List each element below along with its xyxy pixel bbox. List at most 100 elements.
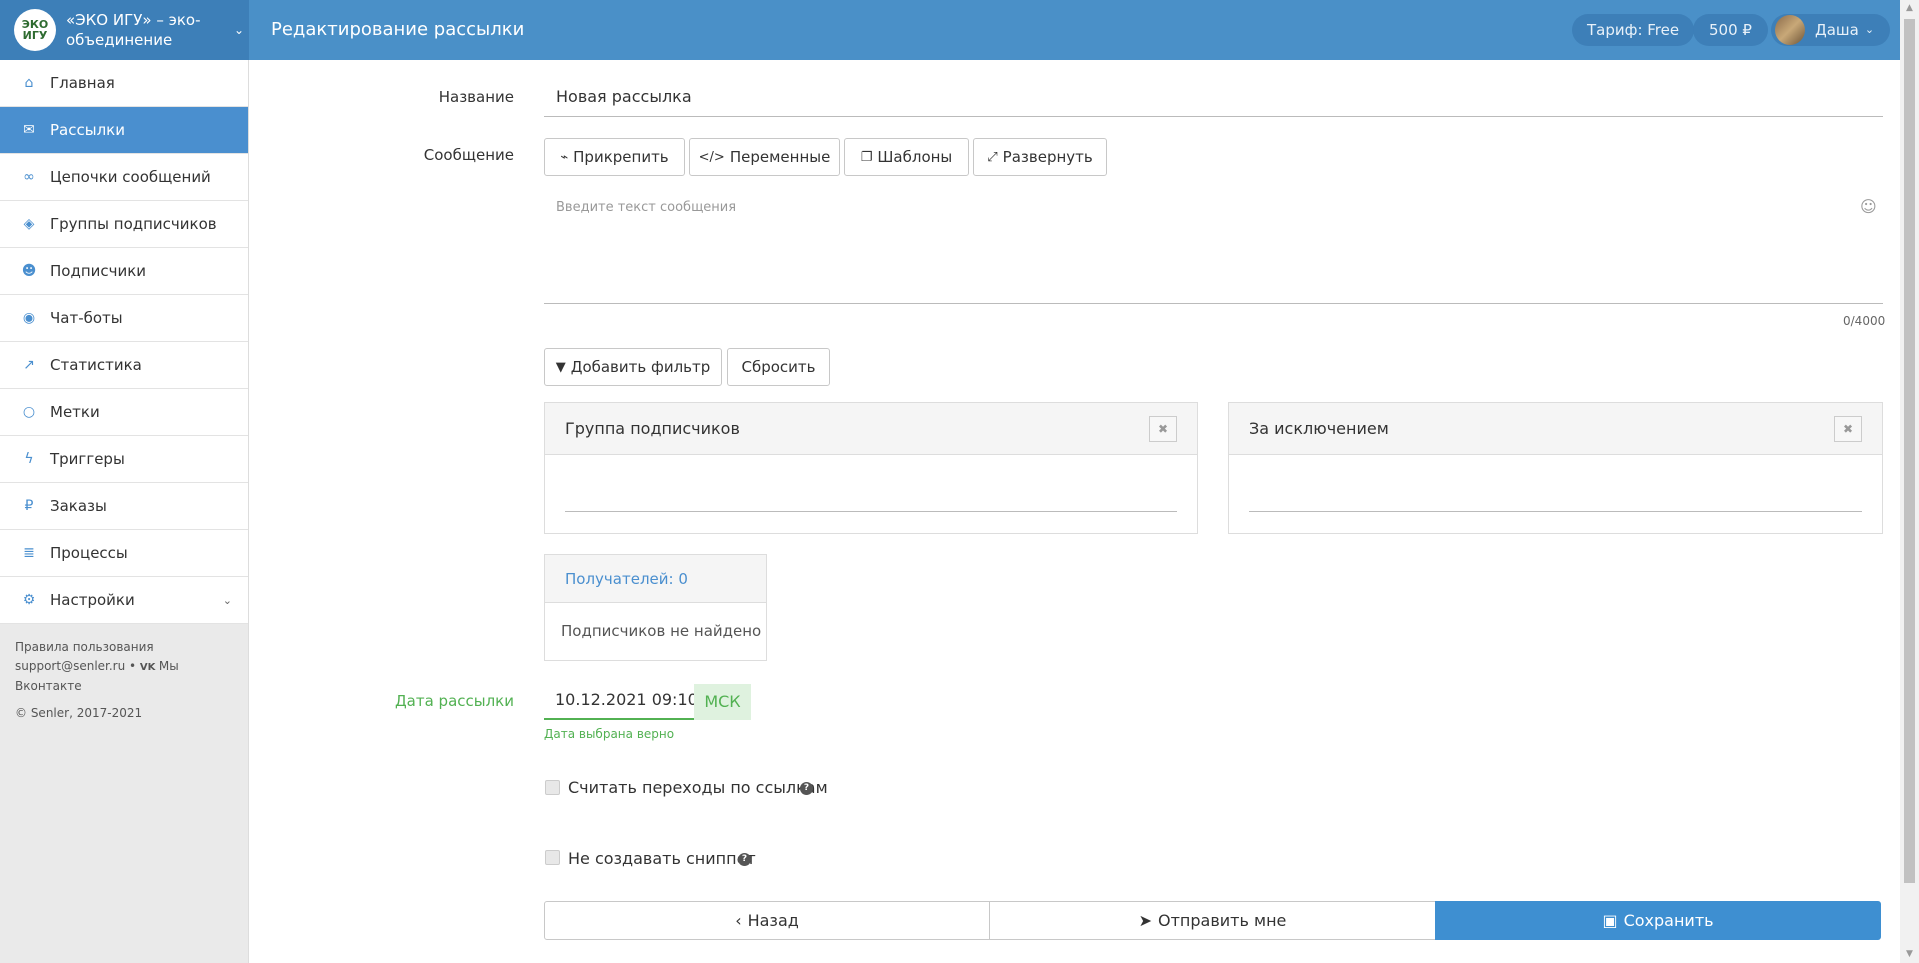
support-email-link[interactable]: support@senler.ru • bbox=[15, 659, 140, 673]
sidebar-item-label: Триггеры bbox=[50, 450, 125, 468]
reset-button-label: Сбросить bbox=[741, 358, 816, 376]
save-button-label: Сохранить bbox=[1623, 911, 1714, 930]
envelope-icon: ✉ bbox=[23, 122, 35, 138]
sidebar-item-chatbots[interactable]: ◉ Чат-боты bbox=[0, 295, 248, 342]
brand-logo: ЭКО ИГУ bbox=[14, 9, 56, 51]
scroll-up-icon[interactable]: ▲ bbox=[1900, 0, 1919, 17]
expand-button-label: Развернуть bbox=[1002, 148, 1093, 166]
sidebar-item-subscribers[interactable]: ☻ Подписчики bbox=[0, 248, 248, 295]
scroll-thumb[interactable] bbox=[1904, 19, 1915, 883]
sidebar-item-processes[interactable]: ≣ Процессы bbox=[0, 530, 248, 577]
filter-icon: ▼ bbox=[555, 359, 566, 375]
sidebar-item-label: Группы подписчиков bbox=[50, 215, 217, 233]
question-icon[interactable]: ? bbox=[800, 782, 813, 795]
sidebar-footer: Правила пользования support@senler.ru • … bbox=[0, 624, 248, 737]
vk-icon: VK bbox=[139, 662, 159, 673]
sidebar-item-groups[interactable]: ◈ Группы подписчиков bbox=[0, 201, 248, 248]
sidebar-item-label: Процессы bbox=[50, 544, 128, 562]
sidebar-item-triggers[interactable]: ϟ Триггеры bbox=[0, 436, 248, 483]
send-me-button[interactable]: ➤ Отправить мне bbox=[989, 901, 1436, 940]
sidebar-item-settings[interactable]: ⚙ Настройки ⌄ bbox=[0, 577, 248, 624]
sidebar-item-mailings[interactable]: ✉ Рассылки bbox=[0, 107, 248, 154]
sidebar-item-label: Статистика bbox=[50, 356, 142, 374]
terms-link[interactable]: Правила пользования bbox=[15, 638, 233, 657]
date-input[interactable]: 10.12.2021 09:10 МСК bbox=[544, 684, 751, 720]
except-panel-header: За исключением ✖ bbox=[1229, 403, 1882, 455]
brand-name: «ЭКО ИГУ» – эко-объединение bbox=[66, 11, 201, 49]
close-icon[interactable]: ✖ bbox=[1834, 416, 1862, 442]
no-snippet-label[interactable]: Не создавать сниппет bbox=[568, 849, 756, 868]
bolt-icon: ϟ bbox=[24, 451, 34, 467]
sidebar-item-label: Главная bbox=[50, 74, 115, 92]
sidebar-item-orders[interactable]: ₽ Заказы bbox=[0, 483, 248, 530]
avatar bbox=[1775, 15, 1805, 45]
smile-icon[interactable]: ☺ bbox=[1860, 197, 1877, 216]
user-menu[interactable]: Даша ⌄ bbox=[1771, 14, 1891, 46]
recipients-count[interactable]: Получателей: 0 bbox=[545, 555, 766, 603]
templates-button-label: Шаблоны bbox=[877, 148, 953, 166]
question-icon[interactable]: ? bbox=[738, 853, 751, 866]
group-panel: Группа подписчиков ✖ bbox=[544, 402, 1198, 534]
paperclip-icon: ⌁ bbox=[560, 149, 569, 165]
page-scrollbar[interactable]: ▲ ▼ bbox=[1900, 0, 1919, 963]
sidebar-item-chains[interactable]: ∞ Цепочки сообщений bbox=[0, 154, 248, 201]
tariff-badge[interactable]: Тариф: Free bbox=[1572, 14, 1695, 46]
paper-plane-icon: ➤ bbox=[1138, 911, 1153, 930]
circle-icon: ○ bbox=[22, 404, 36, 420]
chevron-down-icon: ⌄ bbox=[234, 23, 245, 37]
sidebar-item-labels[interactable]: ○ Метки bbox=[0, 389, 248, 436]
scroll-down-icon[interactable]: ▼ bbox=[1900, 946, 1919, 963]
track-links-label[interactable]: Считать переходы по ссылкам bbox=[568, 778, 828, 797]
timezone-addon: МСК bbox=[694, 684, 751, 720]
expand-button[interactable]: ⤢ Развернуть bbox=[973, 138, 1107, 176]
home-icon: ⌂ bbox=[24, 75, 34, 91]
line-chart-icon: ↗ bbox=[23, 357, 35, 373]
sidebar-item-label: Цепочки сообщений bbox=[50, 168, 211, 186]
copy-icon: ❐ bbox=[860, 149, 873, 165]
brand-switcher[interactable]: ЭКО ИГУ «ЭКО ИГУ» – эко-объединение ⌄ bbox=[0, 0, 249, 60]
group-panel-title: Группа подписчиков bbox=[565, 419, 740, 438]
chevron-down-icon: ⌄ bbox=[222, 593, 232, 607]
balance-badge[interactable]: 500 ₽ bbox=[1693, 14, 1768, 46]
reset-button[interactable]: Сбросить bbox=[727, 348, 830, 386]
variables-button-label: Переменные bbox=[729, 148, 831, 166]
android-icon: ◉ bbox=[22, 310, 36, 326]
add-filter-button[interactable]: ▼ Добавить фильтр bbox=[544, 348, 722, 386]
except-select-input[interactable] bbox=[1249, 511, 1862, 512]
sidebar-item-label: Рассылки bbox=[50, 121, 125, 139]
name-input[interactable]: Новая рассылка bbox=[556, 87, 692, 106]
sidebar: ⌂ Главная ✉ Рассылки ∞ Цепочки сообщений… bbox=[0, 60, 249, 963]
back-button[interactable]: ‹ Назад bbox=[544, 901, 990, 940]
sidebar-item-label: Заказы bbox=[50, 497, 107, 515]
expand-icon: ⤢ bbox=[987, 149, 998, 165]
users-icon: ☻ bbox=[21, 263, 37, 279]
attach-button[interactable]: ⌁ Прикрепить bbox=[544, 138, 685, 176]
save-button[interactable]: ▣ Сохранить bbox=[1435, 901, 1881, 940]
name-input-underline bbox=[544, 116, 1883, 117]
page-title: Редактирование рассылки bbox=[271, 19, 525, 40]
chevron-down-icon: ⌄ bbox=[1864, 23, 1875, 36]
user-name: Даша bbox=[1815, 21, 1859, 39]
variables-button[interactable]: </> Переменные bbox=[689, 138, 840, 176]
group-select-input[interactable] bbox=[565, 511, 1177, 512]
chevron-left-icon: ‹ bbox=[735, 911, 742, 930]
sidebar-item-home[interactable]: ⌂ Главная bbox=[0, 60, 248, 107]
sidebar-item-label: Метки bbox=[50, 403, 100, 421]
sidebar-item-label: Настройки bbox=[50, 591, 135, 609]
message-underline bbox=[544, 303, 1883, 304]
code-icon: </> bbox=[698, 149, 725, 165]
cogs-icon: ⚙ bbox=[22, 592, 36, 608]
floppy-icon: ▣ bbox=[1602, 911, 1618, 930]
sidebar-item-statistics[interactable]: ↗ Статистика bbox=[0, 342, 248, 389]
recipients-box: Получателей: 0 Подписчиков не найдено bbox=[544, 554, 767, 661]
close-icon[interactable]: ✖ bbox=[1149, 416, 1177, 442]
back-button-label: Назад bbox=[747, 911, 799, 930]
templates-button[interactable]: ❐ Шаблоны bbox=[844, 138, 969, 176]
no-snippet-checkbox[interactable] bbox=[545, 850, 560, 865]
send-me-button-label: Отправить мне bbox=[1158, 911, 1287, 930]
track-links-checkbox[interactable] bbox=[545, 780, 560, 795]
date-hint: Дата выбрана верно bbox=[544, 727, 675, 741]
message-textarea[interactable]: Введите текст сообщения bbox=[556, 200, 736, 215]
name-label: Название bbox=[438, 88, 514, 106]
add-filter-button-label: Добавить фильтр bbox=[570, 358, 711, 376]
